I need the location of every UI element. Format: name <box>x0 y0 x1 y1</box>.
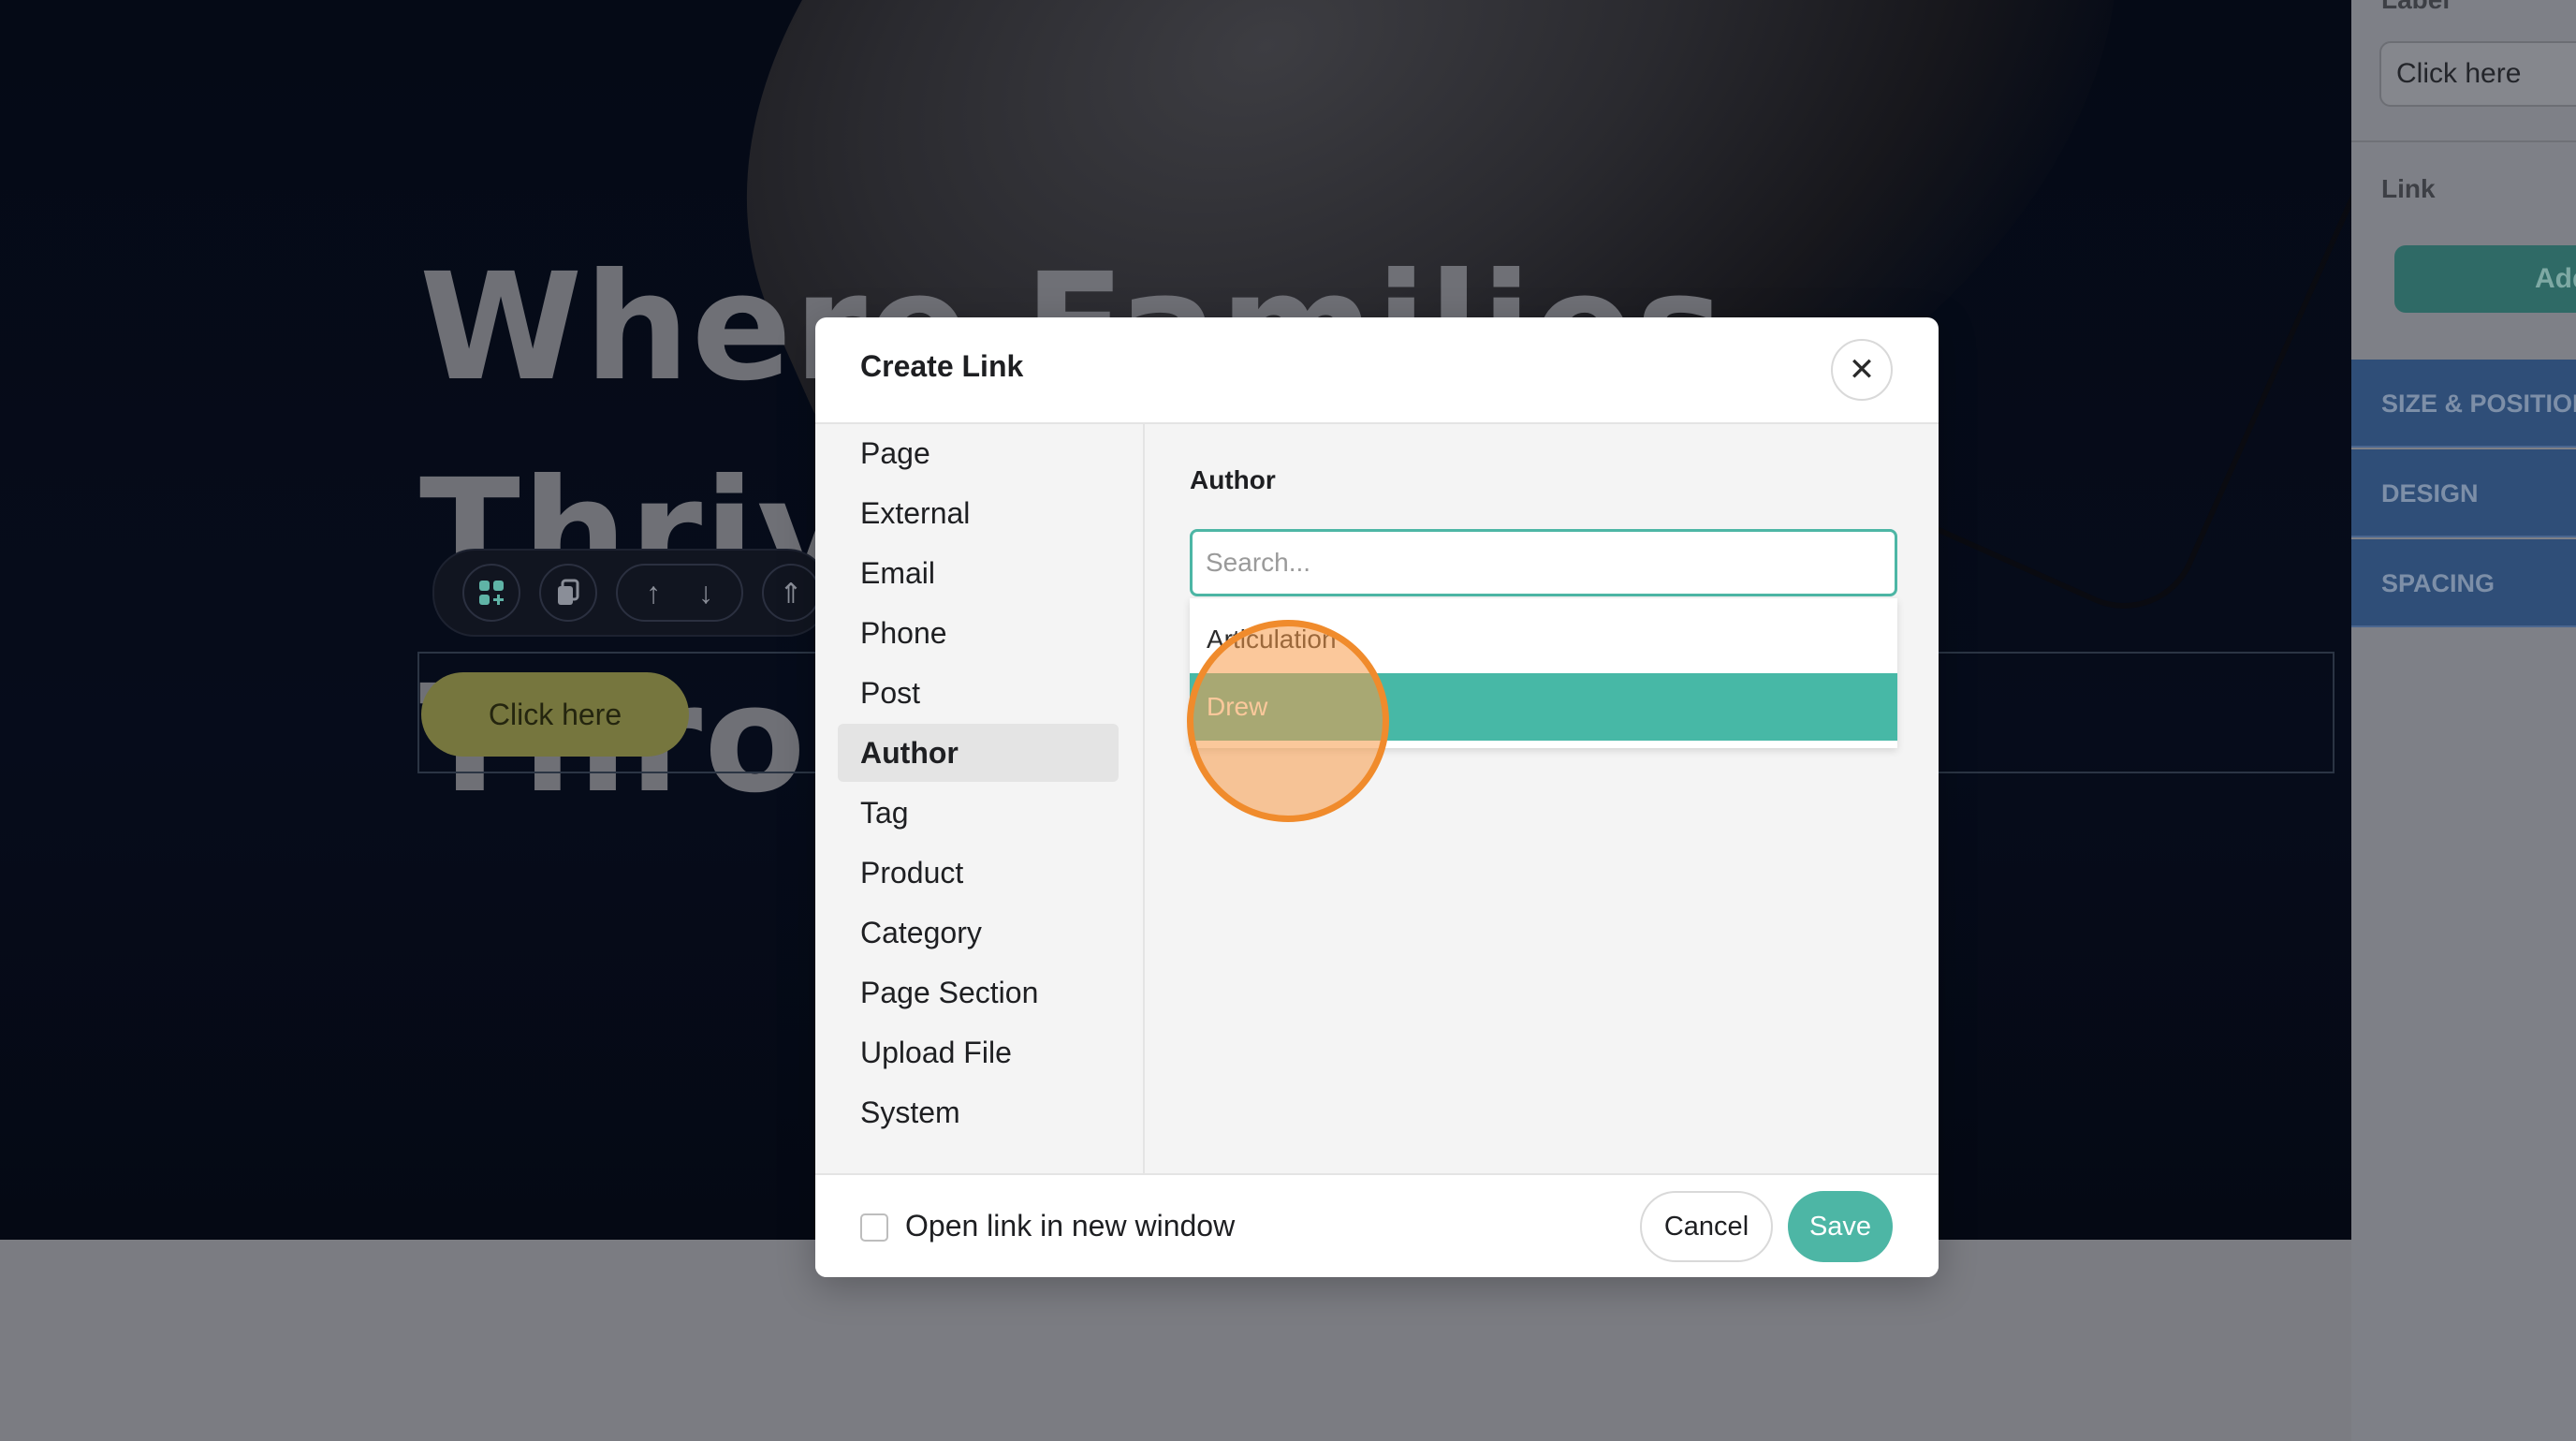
nav-item-page[interactable]: Page <box>838 424 1119 482</box>
move-up-icon[interactable]: ↑ <box>627 566 680 620</box>
nav-item-external[interactable]: External <box>838 484 1119 542</box>
hero-click-here-button[interactable]: Click here <box>421 672 689 757</box>
new-window-label[interactable]: Open link in new window <box>905 1209 1235 1243</box>
link-type-nav: Page External Email Phone Post Author Ta… <box>815 424 1145 1173</box>
modal-footer: Open link in new window Cancel Save <box>815 1173 1939 1277</box>
nav-item-author[interactable]: Author <box>838 724 1119 782</box>
section-spacing[interactable]: SPACING <box>2351 539 2576 627</box>
nav-item-system[interactable]: System <box>838 1083 1119 1141</box>
add-element-icon[interactable] <box>462 564 520 622</box>
new-window-checkbox[interactable] <box>860 1213 888 1242</box>
modal-title: Create Link <box>860 349 1024 383</box>
section-design[interactable]: DESIGN <box>2351 449 2576 537</box>
create-link-modal: Create Link ✕ Page External Email Phone … <box>815 317 1939 1277</box>
link-heading: Link <box>2381 174 2436 203</box>
move-to-top-icon[interactable]: ⇑ <box>762 564 820 622</box>
nav-item-category[interactable]: Category <box>838 904 1119 962</box>
label-heading: Label <box>2381 0 2450 15</box>
nav-item-post[interactable]: Post <box>838 664 1119 722</box>
save-button[interactable]: Save <box>1788 1191 1893 1262</box>
move-controls: ↑ ↓ <box>616 564 743 622</box>
author-field-label: Author <box>1190 465 1276 494</box>
add-link-button[interactable]: Add <box>2394 245 2576 313</box>
click-highlight-indicator <box>1187 620 1389 822</box>
element-toolbar: ↑ ↓ ⇑ <box>432 549 829 637</box>
close-button[interactable]: ✕ <box>1831 339 1893 401</box>
properties-panel: Label Click here Link Add SIZE & POSITIO… <box>2351 0 2576 1441</box>
label-input[interactable]: Click here <box>2379 41 2576 107</box>
modal-body: Page External Email Phone Post Author Ta… <box>815 424 1939 1173</box>
close-icon: ✕ <box>1848 352 1876 388</box>
cancel-button[interactable]: Cancel <box>1640 1191 1773 1262</box>
modal-header: Create Link ✕ <box>815 317 1939 424</box>
move-down-icon[interactable]: ↓ <box>680 566 732 620</box>
nav-item-email[interactable]: Email <box>838 544 1119 602</box>
section-size-position[interactable]: SIZE & POSITION <box>2351 360 2576 448</box>
nav-item-phone[interactable]: Phone <box>838 604 1119 662</box>
duplicate-icon[interactable] <box>539 564 597 622</box>
nav-item-page-section[interactable]: Page Section <box>838 963 1119 1022</box>
nav-item-upload-file[interactable]: Upload File <box>838 1023 1119 1081</box>
nav-item-product[interactable]: Product <box>838 844 1119 902</box>
panel-divider <box>2351 140 2576 142</box>
author-search-input[interactable] <box>1190 529 1897 596</box>
nav-item-tag[interactable]: Tag <box>838 784 1119 842</box>
